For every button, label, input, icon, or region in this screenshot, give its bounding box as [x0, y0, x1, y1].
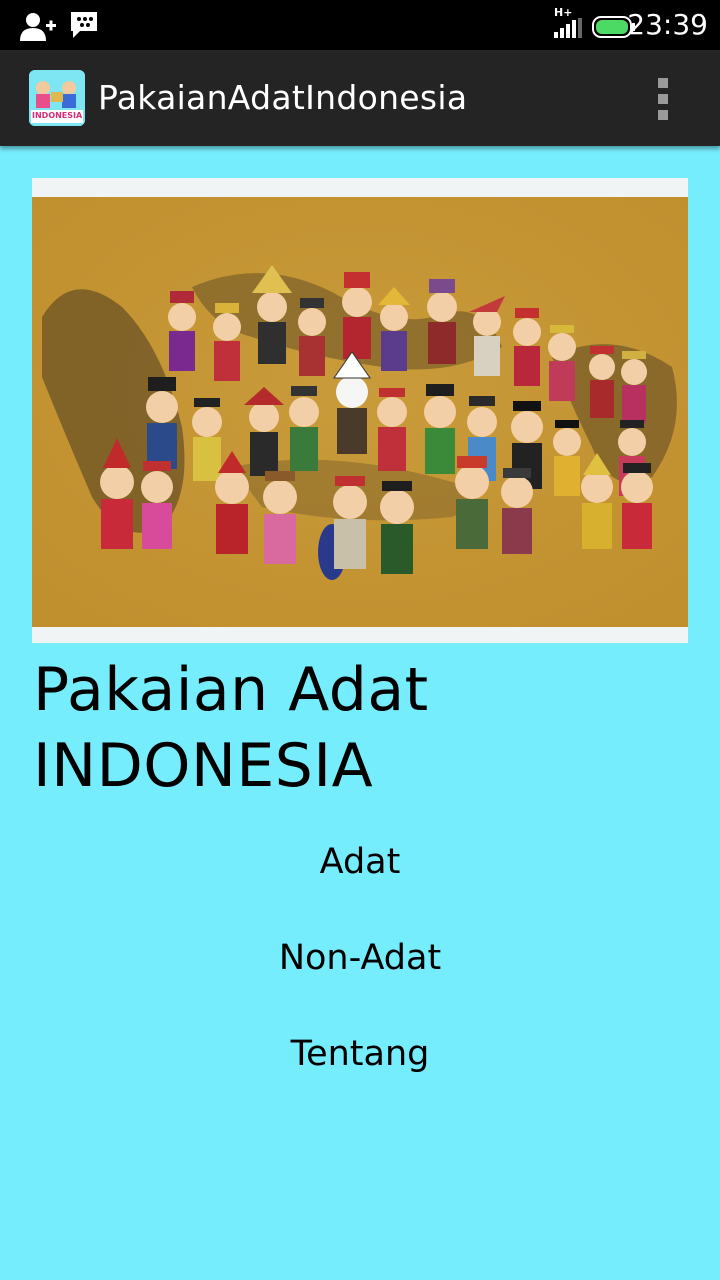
hero-image: [32, 178, 688, 643]
menu-item-adat[interactable]: Adat: [0, 842, 720, 882]
status-bar: H+ 23:39: [0, 0, 720, 50]
menu-item-non-adat[interactable]: Non-Adat: [0, 938, 720, 978]
menu-item-tentang[interactable]: Tentang: [0, 1034, 720, 1074]
title-line-2: INDONESIA: [33, 731, 374, 801]
clock: 23:39: [627, 8, 708, 41]
page-title: Pakaian Adat INDONESIA: [33, 652, 693, 804]
action-bar: INDONESIA PakaianAdatIndonesia: [0, 50, 720, 146]
title-line-1: Pakaian Adat: [33, 655, 429, 725]
bbm-chat-icon: [68, 9, 100, 45]
signal-icon: [554, 18, 582, 42]
app-logo-text: INDONESIA: [32, 111, 83, 120]
overflow-menu-icon[interactable]: [640, 70, 688, 126]
app-logo-icon[interactable]: INDONESIA: [29, 70, 85, 126]
traditional-costumes-illustration: [32, 197, 688, 627]
app-title: PakaianAdatIndonesia: [98, 78, 468, 117]
add-contact-icon: [18, 10, 58, 46]
